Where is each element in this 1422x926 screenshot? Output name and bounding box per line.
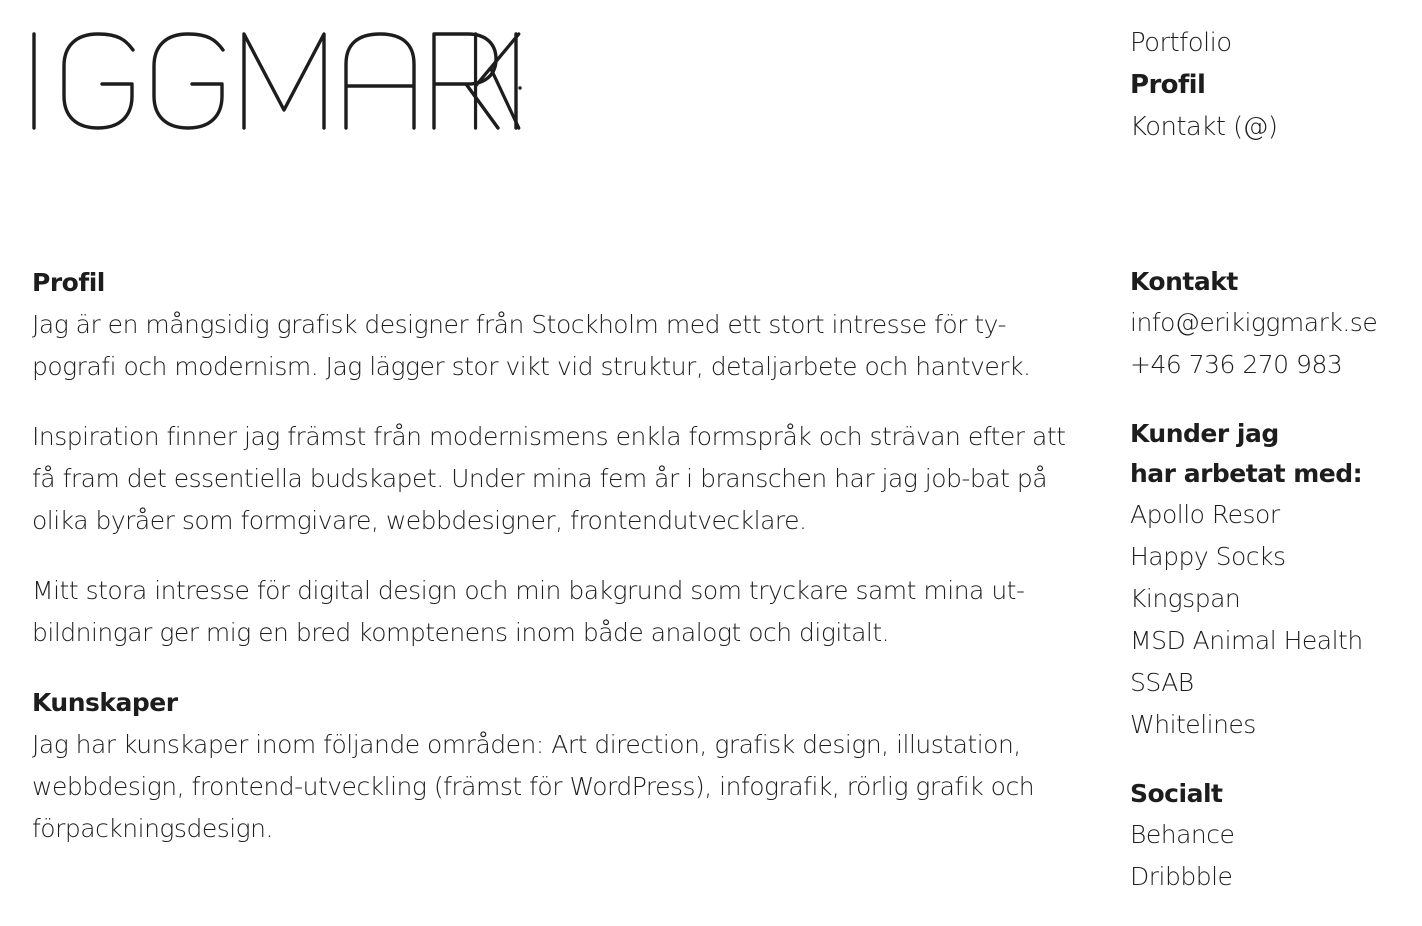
logo-wordmark (32, 32, 522, 130)
clients-section: Kunder jag har arbetat med: Apollo Resor… (1130, 414, 1410, 746)
contact-section: Kontakt info@erikiggmark.se +46 736 270 … (1130, 262, 1410, 386)
main-nav: Portfolio Profil Kontakt (@) (1130, 22, 1278, 148)
contact-email-link[interactable]: info@erikiggmark.se (1130, 302, 1410, 344)
logo-letter-g1 (62, 32, 135, 130)
nav-item-profil[interactable]: Profil (1130, 64, 1277, 106)
skills-text: Jag har kunskaper inom följande områden:… (32, 730, 1035, 843)
profile-paragraph-2: Inspiration finner jag främst från moder… (32, 422, 1066, 535)
skills-heading: Kunskaper (32, 688, 178, 717)
site-logo[interactable]: IGGMARK (32, 30, 524, 134)
client-item: Whitelines (1130, 710, 1256, 739)
contact-phone-link[interactable]: +46 736 270 983 (1130, 344, 1410, 386)
logo-letter-a (344, 32, 416, 130)
profile-content: Profil Jag är en mångsidig grafisk desig… (32, 262, 1082, 850)
nav-item-kontakt[interactable]: Kontakt (@) (1130, 106, 1278, 148)
profile-paragraph-3: Mitt stora intresse för digital design o… (32, 576, 1025, 647)
client-item: Happy Socks (1130, 542, 1286, 571)
logo-letter-g2 (152, 32, 225, 130)
contact-heading: Kontakt (1130, 267, 1238, 296)
social-heading: Socialt (1130, 779, 1223, 808)
logo-letter-m (242, 32, 326, 130)
clients-heading-line2: har arbetat med: (1130, 459, 1363, 488)
logo-letter-r (432, 32, 500, 130)
clients-heading-line1: Kunder jag (1130, 419, 1279, 448)
client-item: Kingspan (1130, 584, 1241, 613)
profile-heading: Profil (32, 268, 105, 297)
profile-paragraph-1: Jag är en mångsidig grafisk designer frå… (32, 310, 1031, 381)
client-item: MSD Animal Health (1130, 626, 1363, 655)
social-section: Socialt Behance Dribbble (1130, 774, 1410, 898)
client-item: Apollo Resor (1130, 500, 1280, 529)
nav-item-portfolio[interactable]: Portfolio (1130, 22, 1277, 64)
social-link-behance[interactable]: Behance (1130, 814, 1410, 856)
social-link-dribbble[interactable]: Dribbble (1130, 856, 1410, 898)
client-item: SSAB (1130, 668, 1194, 697)
sidebar: Kontakt info@erikiggmark.se +46 736 270 … (1130, 262, 1410, 926)
